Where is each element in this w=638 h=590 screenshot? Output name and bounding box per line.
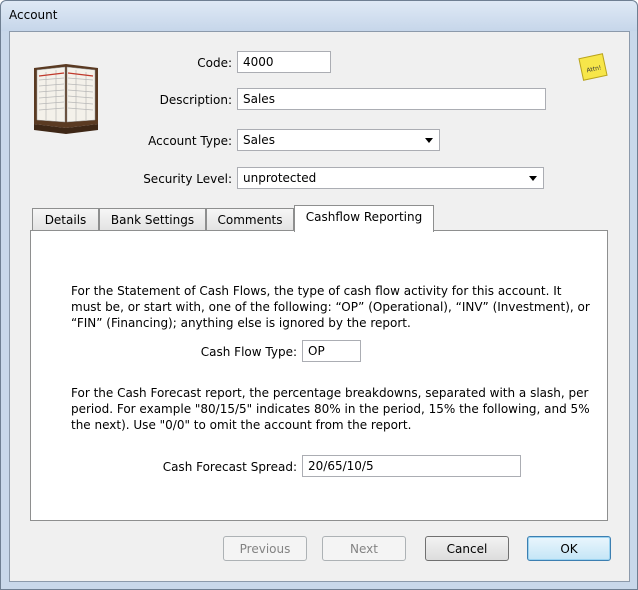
cash-forecast-spread-field[interactable]: 20/65/10/5 [302, 455, 521, 477]
statement-description: For the Statement of Cash Flows, the typ… [71, 284, 590, 330]
ok-button[interactable]: OK [527, 536, 611, 561]
security-level-label: Security Level: [143, 172, 232, 186]
code-label: Code: [197, 56, 232, 70]
cash-flow-type-value: OP [308, 344, 325, 358]
account-type-label: Account Type: [148, 134, 232, 148]
code-field[interactable]: 4000 [237, 51, 331, 73]
cashflow-reporting-panel: For the Statement of Cash Flows, the typ… [30, 230, 608, 521]
account-window: Account Attn! Code: 4000 Description: Sa… [0, 0, 638, 590]
tab-bank-settings[interactable]: Bank Settings [99, 208, 206, 231]
chevron-down-icon [425, 138, 433, 143]
security-level-value: unprotected [243, 171, 317, 185]
forecast-description: For the Cash Forecast report, the percen… [71, 386, 590, 432]
tab-cashflow-reporting[interactable]: Cashflow Reporting [294, 205, 434, 232]
account-type-value: Sales [243, 133, 275, 147]
window-title: Account [9, 8, 58, 22]
cash-flow-type-label: Cash Flow Type: [200, 345, 297, 359]
dialog-body: Attn! Code: 4000 Description: Sales Acco… [9, 31, 630, 582]
security-level-select[interactable]: unprotected [237, 167, 544, 189]
next-button[interactable]: Next [322, 536, 406, 561]
cash-flow-type-field[interactable]: OP [302, 340, 361, 362]
cancel-button[interactable]: Cancel [425, 536, 509, 561]
description-value: Sales [243, 92, 275, 106]
title-bar[interactable]: Account [1, 1, 637, 31]
tab-comments[interactable]: Comments [206, 208, 294, 231]
code-value: 4000 [243, 55, 274, 69]
chevron-down-icon [529, 176, 537, 181]
cash-forecast-spread-label: Cash Forecast Spread: [162, 460, 297, 474]
previous-button[interactable]: Previous [223, 536, 307, 561]
sticky-note-icon[interactable]: Attn! [578, 52, 610, 84]
tab-details[interactable]: Details [32, 208, 99, 231]
description-field[interactable]: Sales [237, 88, 546, 110]
account-type-select[interactable]: Sales [237, 129, 440, 151]
cash-forecast-spread-value: 20/65/10/5 [308, 459, 374, 473]
description-label: Description: [159, 93, 232, 107]
